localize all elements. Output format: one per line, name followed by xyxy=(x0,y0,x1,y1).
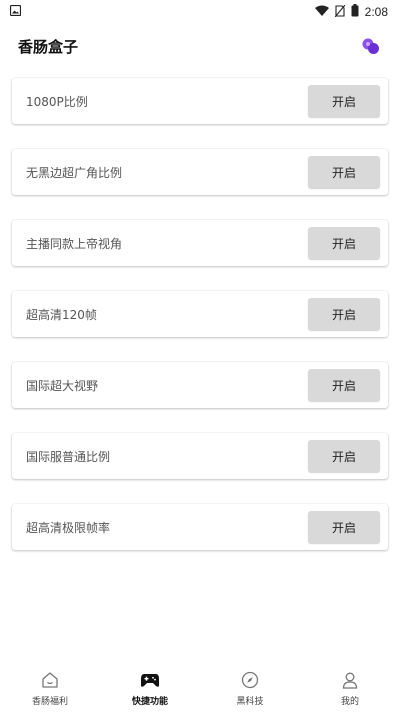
feature-card-intl-normal-ratio: 国际服普通比例 开启 xyxy=(12,433,388,479)
nav-label: 快捷功能 xyxy=(131,696,168,707)
enable-button-intl-normal-ratio[interactable]: 开启 xyxy=(308,440,380,472)
status-time: 2:08 xyxy=(364,5,388,19)
app-title: 香肠盒子 xyxy=(18,37,79,56)
bottom-nav: 香肠福利 快捷功能 黑科技 我的 xyxy=(0,663,400,713)
feature-card-max-framerate: 超高清极限帧率 开启 xyxy=(12,504,388,550)
feature-card-intl-wide-view: 国际超大视野 开启 xyxy=(12,362,388,408)
nav-item-mine[interactable]: 我的 xyxy=(310,670,390,707)
feature-card-120fps: 超高清120帧 开启 xyxy=(12,291,388,337)
feature-label: 超高清120帧 xyxy=(26,307,97,322)
feature-label: 国际超大视野 xyxy=(26,378,99,393)
no-sim-icon xyxy=(334,4,346,20)
feature-label: 无黑边超广角比例 xyxy=(26,165,123,180)
person-icon xyxy=(340,670,360,690)
feature-label: 1080P比例 xyxy=(26,94,88,109)
home-icon xyxy=(40,670,60,690)
app-header: 香肠盒子 xyxy=(0,26,400,66)
enable-button-max-framerate[interactable]: 开启 xyxy=(308,511,380,543)
wifi-icon xyxy=(314,5,329,19)
gem-icon[interactable] xyxy=(360,35,382,57)
feature-list: 1080P比例 开启 无黑边超广角比例 开启 主播同款上帝视角 开启 超高清12… xyxy=(12,78,388,575)
nav-item-black-tech[interactable]: 黑科技 xyxy=(210,670,290,707)
status-bar: 2:08 xyxy=(0,0,400,24)
feature-card-god-view: 主播同款上帝视角 开启 xyxy=(12,220,388,266)
feature-card-1080p: 1080P比例 开启 xyxy=(12,78,388,124)
gamepad-icon xyxy=(140,670,160,690)
nav-label: 香肠福利 xyxy=(31,696,68,707)
feature-card-wide-angle: 无黑边超广角比例 开启 xyxy=(12,149,388,195)
battery-icon xyxy=(351,4,359,20)
feature-label: 主播同款上帝视角 xyxy=(26,236,123,251)
enable-button-1080p[interactable]: 开启 xyxy=(308,85,380,117)
enable-button-god-view[interactable]: 开启 xyxy=(308,227,380,259)
enable-button-wide-angle[interactable]: 开启 xyxy=(308,156,380,188)
feature-label: 超高清极限帧率 xyxy=(26,520,111,535)
image-icon xyxy=(9,4,22,19)
nav-label: 黑科技 xyxy=(236,696,264,707)
enable-button-120fps[interactable]: 开启 xyxy=(308,298,380,330)
nav-label: 我的 xyxy=(340,696,359,707)
enable-button-intl-wide-view[interactable]: 开启 xyxy=(308,369,380,401)
compass-icon xyxy=(240,670,260,690)
feature-label: 国际服普通比例 xyxy=(26,449,111,464)
nav-item-quick-functions[interactable]: 快捷功能 xyxy=(110,670,190,707)
nav-item-welfare[interactable]: 香肠福利 xyxy=(10,670,90,707)
